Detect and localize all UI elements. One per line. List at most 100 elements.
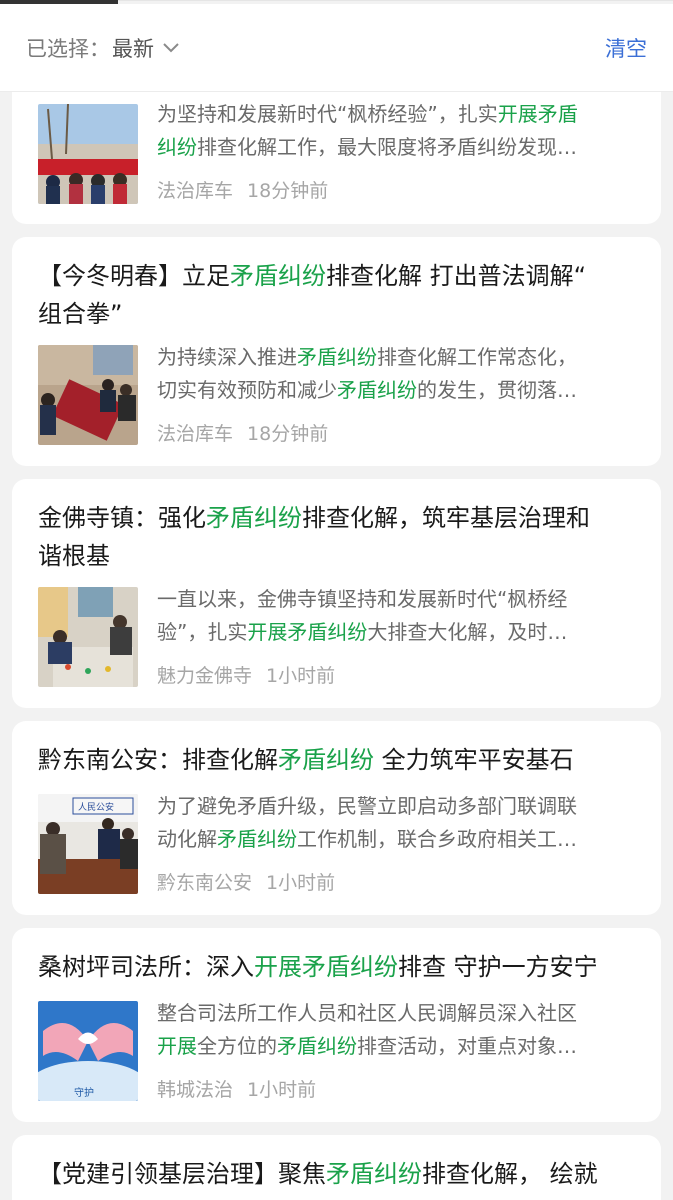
news-meta: 法治库车 18分钟前 [157,419,328,446]
title-line: 【今冬明春】立足矛盾纠纷排查化解 打出普法调解“ [38,257,637,295]
news-thumbnail[interactable] [38,587,138,687]
text-segment: 工作机制，联合乡政府相关工… [297,827,577,851]
snippet-line: 为了避免矛盾升级，民警立即启动多部门联调联 [157,790,631,823]
news-thumbnail[interactable] [38,104,138,204]
news-source[interactable]: 黔东南公安 [157,872,252,894]
news-snippet: 为了避免矛盾升级，民警立即启动多部门联调联 动化解矛盾纠纷工作机制，联合乡政府相… [157,790,631,856]
title-line: 组合拳” [38,295,637,333]
news-snippet: 为坚持和发展新时代“枫桥经验”，扎实开展矛盾 纠纷排查化解工作，最大限度将矛盾纠… [157,98,631,164]
snippet-line: 验”，扎实开展矛盾纠纷大排查大化解，及时… [157,616,631,649]
snippet-line: 整合司法所工作人员和社区人民调解员深入社区 [157,997,631,1030]
news-card[interactable]: 【党建引领基层治理】聚焦矛盾纠纷排查化解， 绘就 [12,1135,661,1200]
text-segment: 一直以来，金佛寺镇坚持和发展新时代“枫桥经 [157,587,568,611]
text-segment: 为坚持和发展新时代“枫桥经验”，扎实 [157,102,498,126]
news-title[interactable]: 【党建引领基层治理】聚焦矛盾纠纷排查化解， 绘就 [38,1155,637,1193]
keyword-highlight: 矛盾纠纷 [297,345,377,369]
text-segment: 排查化解工作常态化， [377,345,577,369]
text-segment: 金佛寺镇：强化 [38,504,206,532]
keyword-highlight: 纠纷 [157,135,197,159]
snippet-line: 纠纷排查化解工作，最大限度将矛盾纠纷发现… [157,131,631,164]
chevron-down-icon[interactable] [162,39,180,57]
text-segment: 排查 守护一方安宁 [398,953,598,981]
news-time: 18分钟前 [247,180,329,202]
filter-bar: 已选择： 最新 清空 [0,4,673,92]
news-source[interactable]: 法治库车 [157,180,233,202]
text-segment: 排查化解工作，最大限度将矛盾纠纷发现… [197,135,577,159]
snippet-line: 开展全方位的矛盾纠纷排查活动，对重点对象… [157,1030,631,1063]
text-segment: 谐根基 [38,542,110,570]
text-segment: 全力筑牢平安基石 [374,746,574,774]
news-meta: 黔东南公安 1小时前 [157,868,335,895]
text-segment: 组合拳” [38,300,123,328]
filter-selected-value[interactable]: 最新 [112,33,154,63]
news-card[interactable]: 黔东南公安：排查化解矛盾纠纷 全力筑牢平安基石 人民公安 为了避免矛盾升级，民警… [12,721,661,915]
news-thumbnail[interactable]: 人民公安 [38,794,138,894]
title-line: 金佛寺镇：强化矛盾纠纷排查化解，筑牢基层治理和 [38,499,637,537]
keyword-highlight: 矛盾纠纷 [230,262,326,290]
text-segment: 排查活动，对重点对象… [357,1034,577,1058]
text-segment: 大排查大化解，及时… [367,620,568,644]
text-segment: 排查化解 打出普法调解“ [326,262,587,290]
news-snippet: 为持续深入推进矛盾纠纷排查化解工作常态化， 切实有效预防和减少矛盾纠纷的发生，贯… [157,341,631,407]
news-card[interactable]: 桑树坪司法所：深入开展矛盾纠纷排查 守护一方安宁 守护 整合司法所工作人员和社区… [12,928,661,1122]
keyword-highlight: 开展矛盾纠纷 [247,620,368,644]
news-snippet: 整合司法所工作人员和社区人民调解员深入社区 开展全方位的矛盾纠纷排查活动，对重点… [157,997,631,1063]
snippet-line: 为持续深入推进矛盾纠纷排查化解工作常态化， [157,341,631,374]
text-segment: 验”，扎实 [157,620,248,644]
snippet-line: 为坚持和发展新时代“枫桥经验”，扎实开展矛盾 [157,98,631,131]
news-meta: 韩城法治 1小时前 [157,1075,316,1102]
news-source[interactable]: 韩城法治 [157,1079,233,1101]
tab-divider [118,0,673,1]
text-segment: 全方位的 [197,1034,277,1058]
text-segment: 黔东南公安：排查化解 [38,746,278,774]
text-segment: 为了避免矛盾升级，民警立即启动多部门联调联 [157,794,577,818]
snippet-line: 切实有效预防和减少矛盾纠纷的发生，贯彻落… [157,374,631,407]
keyword-highlight: 矛盾纠纷 [277,1034,357,1058]
news-title[interactable]: 黔东南公安：排查化解矛盾纠纷 全力筑牢平安基石 [38,741,637,779]
keyword-highlight: 开展 [157,1034,197,1058]
news-meta: 法治库车 18分钟前 [157,176,328,203]
text-segment: 【今冬明春】立足 [38,262,230,290]
title-line: 黔东南公安：排查化解矛盾纠纷 全力筑牢平安基石 [38,741,637,779]
news-title[interactable]: 金佛寺镇：强化矛盾纠纷排查化解，筑牢基层治理和 谐根基 [38,499,637,575]
keyword-highlight: 开展矛盾 [497,102,578,126]
news-time: 1小时前 [266,872,336,894]
news-card[interactable]: 【今冬明春】立足矛盾纠纷排查化解 打出普法调解“ 组合拳” 为持续深入推进矛盾纠… [12,237,661,466]
news-meta: 魅力金佛寺 1小时前 [157,661,335,688]
text-segment: 排查化解， 绘就 [422,1160,598,1188]
text-segment: 【党建引领基层治理】聚焦 [38,1160,326,1188]
news-thumbnail[interactable] [38,345,138,445]
clear-button[interactable]: 清空 [605,33,647,63]
title-line: 【党建引领基层治理】聚焦矛盾纠纷排查化解， 绘就 [38,1155,637,1193]
keyword-highlight: 矛盾纠纷 [337,378,417,402]
keyword-highlight: 开展矛盾纠纷 [254,953,398,981]
news-source[interactable]: 法治库车 [157,423,233,445]
text-segment: 为持续深入推进 [157,345,297,369]
news-time: 1小时前 [266,665,336,687]
news-time: 1小时前 [247,1079,317,1101]
keyword-highlight: 矛盾纠纷 [326,1160,422,1188]
sort-selector[interactable]: 已选择： 最新 [26,33,180,63]
keyword-highlight: 矛盾纠纷 [278,746,374,774]
text-segment: 桑树坪司法所：深入 [38,953,254,981]
text-segment: 的发生，贯彻落… [417,378,577,402]
news-source[interactable]: 魅力金佛寺 [157,665,252,687]
news-title[interactable]: 桑树坪司法所：深入开展矛盾纠纷排查 守护一方安宁 [38,948,637,986]
keyword-highlight: 矛盾纠纷 [206,504,302,532]
news-thumbnail[interactable]: 守护 [38,1001,138,1101]
news-title[interactable]: 【今冬明春】立足矛盾纠纷排查化解 打出普法调解“ 组合拳” [38,257,637,333]
news-time: 18分钟前 [247,423,329,445]
snippet-line: 一直以来，金佛寺镇坚持和发展新时代“枫桥经 [157,583,631,616]
text-segment: 整合司法所工作人员和社区人民调解员深入社区 [157,1001,577,1025]
keyword-highlight: 矛盾纠纷 [217,827,297,851]
snippet-line: 动化解矛盾纠纷工作机制，联合乡政府相关工… [157,823,631,856]
text-segment: 切实有效预防和减少 [157,378,337,402]
title-line: 桑树坪司法所：深入开展矛盾纠纷排查 守护一方安宁 [38,948,637,986]
news-card[interactable]: 金佛寺镇：强化矛盾纠纷排查化解，筑牢基层治理和 谐根基 一直以来，金佛寺镇坚持和… [12,479,661,708]
thumbnail-caption: 守护 [74,1086,94,1099]
text-segment: 动化解 [157,827,217,851]
svg-text:人民公安: 人民公安 [78,801,114,813]
title-line: 谐根基 [38,537,637,575]
filter-prefix-label: 已选择： [26,36,110,61]
news-snippet: 一直以来，金佛寺镇坚持和发展新时代“枫桥经 验”，扎实开展矛盾纠纷大排查大化解，… [157,583,631,649]
